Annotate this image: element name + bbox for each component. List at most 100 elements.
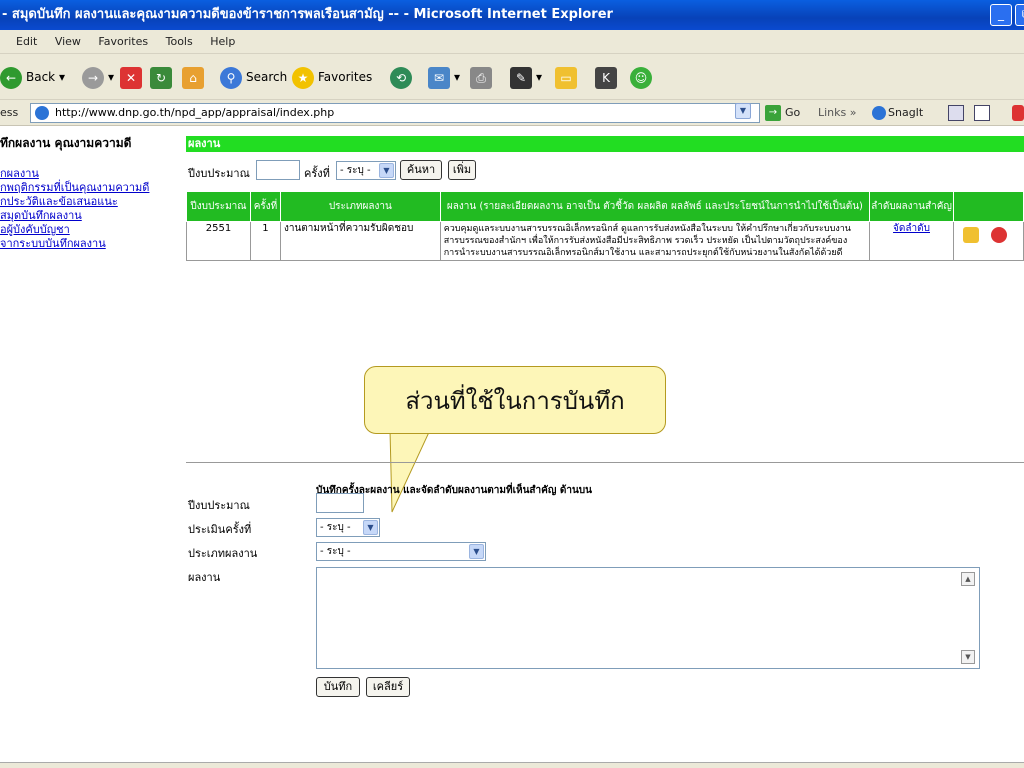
round-label: ครั้งที่ [304,167,330,180]
sidebar-title: ทึกผลงาน คุณงามความดี [0,136,132,150]
col-actions [952,191,1024,222]
work-table: ปีงบประมาณ ครั้งที่ ประเภทผลงาน ผลงาน (ร… [186,191,1024,261]
form-year-input[interactable] [316,493,364,513]
forward-button[interactable]: → ▾ [82,62,114,92]
back-label: Back [26,70,56,84]
folder-icon: ▭ [555,66,577,89]
cell-detail: ควบคุมดูแลระบบงานสารบรรณอิเล็กทรอนิกส์ ด… [439,221,871,261]
toolbar-extra-icon[interactable] [1012,105,1024,121]
col-round: ครั้งที่ [249,191,281,222]
go-button[interactable]: → Go [765,105,800,121]
address-input[interactable]: http://www.dnp.go.th/npd_app/appraisal/i… [30,103,760,123]
snagit-icon [872,106,886,120]
links-button[interactable]: Links » [818,106,857,119]
form-round-value: - ระบุ - [320,522,351,533]
stop-button[interactable]: ✕ [120,62,146,92]
callout-text: ส่วนที่ใช้ในการบันทึก [405,387,625,415]
mail-button[interactable]: ✉ ▾ [428,62,460,92]
snagit-button[interactable]: SnagIt [872,106,923,120]
chevron-down-icon: ▼ [379,163,394,178]
cell-type: งานตามหน้าที่ความรับผิดชอบ [279,221,441,261]
menu-help[interactable]: Help [210,35,235,48]
scroll-up-icon[interactable]: ▲ [961,572,975,586]
dropdown-arrow-icon[interactable]: ▾ [536,70,542,84]
search-button[interactable]: ⚲ Search [220,62,287,92]
address-label: ess [0,106,19,119]
ie-page-icon [35,106,49,120]
print-button[interactable]: ⎙ [470,62,496,92]
snagit-label: SnagIt [888,106,924,119]
form-work-textarea[interactable]: ▲ ▼ [316,567,980,669]
dropdown-arrow-icon[interactable]: ▾ [108,70,114,84]
messenger-icon: ☺ [630,66,652,89]
print-icon: ⎙ [470,66,492,89]
col-rank: ลำดับผลงานสำคัญ [869,191,954,222]
save-button[interactable]: บันทึก [316,677,360,697]
address-dropdown-icon[interactable]: ▼ [735,103,751,119]
year-input[interactable] [256,160,300,180]
folder-button[interactable]: ▭ [555,62,581,92]
delete-icon[interactable] [990,227,1007,243]
forward-arrow-icon: → [82,66,104,89]
form-work-label: ผลงาน [188,571,221,584]
back-button[interactable]: ← Back ▾ [0,62,65,92]
menu-view[interactable]: View [55,35,81,48]
dropdown-arrow-icon[interactable]: ▾ [454,70,460,84]
history-icon: ⟲ [390,66,412,89]
clear-button[interactable]: เคลียร์ [366,677,410,697]
form-type-select[interactable]: - ระบุ - ▼ [316,542,486,561]
round-select-value: - ระบุ - [340,165,371,176]
menu-tools[interactable]: Tools [166,35,193,48]
table-row: 2551 1 งานตามหน้าที่ความรับผิดชอบ ควบคุม… [186,221,1024,261]
callout-box: ส่วนที่ใช้ในการบันทึก [364,366,666,434]
menu-edit[interactable]: Edit [16,35,37,48]
status-bar [0,762,1024,768]
find-button[interactable]: ค้นหา [400,160,442,180]
k-app-button[interactable]: K [595,62,621,92]
mail-icon: ✉ [428,66,450,89]
window-titlebar: - สมุดบันทึก ผลงานและคุณงามความดีของข้าร… [0,0,1024,30]
links-label: Links [818,106,847,119]
chevron-down-icon: ▼ [363,520,378,535]
form-type-value: - ระบุ - [320,546,351,557]
table-header-row: ปีงบประมาณ ครั้งที่ ประเภทผลงาน ผลงาน (ร… [186,191,1024,222]
form-round-select[interactable]: - ระบุ - ▼ [316,518,380,537]
rank-link[interactable]: จัดลำดับ [893,223,930,234]
history-button[interactable]: ⟲ [390,62,416,92]
year-label: ปีงบประมาณ [188,167,250,180]
section-title: ผลงาน [186,136,1024,152]
refresh-button[interactable]: ↻ [150,62,176,92]
restore-button[interactable]: ⧉ [1015,4,1024,26]
edit-icon: ✎ [510,66,532,89]
form-type-label: ประเภทผลงาน [188,547,258,560]
toolbar: ← Back ▾ → ▾ ✕ ↻ ⌂ ⚲ Search ★ Favorites ⟲ ✉ ▾… [0,54,1024,100]
home-button[interactable]: ⌂ [182,62,208,92]
add-button[interactable]: เพิ่ม [448,160,476,180]
edit-button[interactable]: ✎ ▾ [510,62,542,92]
form-round-label: ประเมินครั้งที่ [188,523,252,536]
scroll-down-icon[interactable]: ▼ [961,650,975,664]
address-bar: ess http://www.dnp.go.th/npd_app/apprais… [0,100,1024,126]
go-label: Go [785,106,801,119]
form-separator [186,462,1024,463]
dropdown-arrow-icon[interactable]: ▾ [59,70,65,84]
capture-window-icon[interactable] [948,105,964,121]
menu-favorites[interactable]: Favorites [98,35,148,48]
address-url: http://www.dnp.go.th/npd_app/appraisal/i… [55,106,335,119]
favorites-label: Favorites [318,70,373,84]
edit-pencil-icon[interactable] [962,227,979,243]
favorites-button[interactable]: ★ Favorites [292,62,372,92]
messenger-button[interactable]: ☺ [630,62,656,92]
minimize-button[interactable]: _ [990,4,1012,26]
callout-pointer [389,430,431,513]
form-year-label: ปีงบประมาณ [188,499,250,512]
window-title: - สมุดบันทึก ผลงานและคุณงามความดีของข้าร… [2,7,613,22]
back-arrow-icon: ← [0,66,22,89]
sidebar-item-logout[interactable]: จากระบบบันทึกผลงาน [0,234,106,252]
search-label: Search [246,70,288,84]
capture-region-icon[interactable] [974,105,990,121]
menu-bar: Edit View Favorites Tools Help [0,30,1024,54]
col-detail: ผลงาน (รายละเอียดผลงาน อาจเป็น ตัวชี้วัด… [439,191,871,222]
cell-round: 1 [249,221,281,261]
round-select[interactable]: - ระบุ - ▼ [336,161,396,180]
